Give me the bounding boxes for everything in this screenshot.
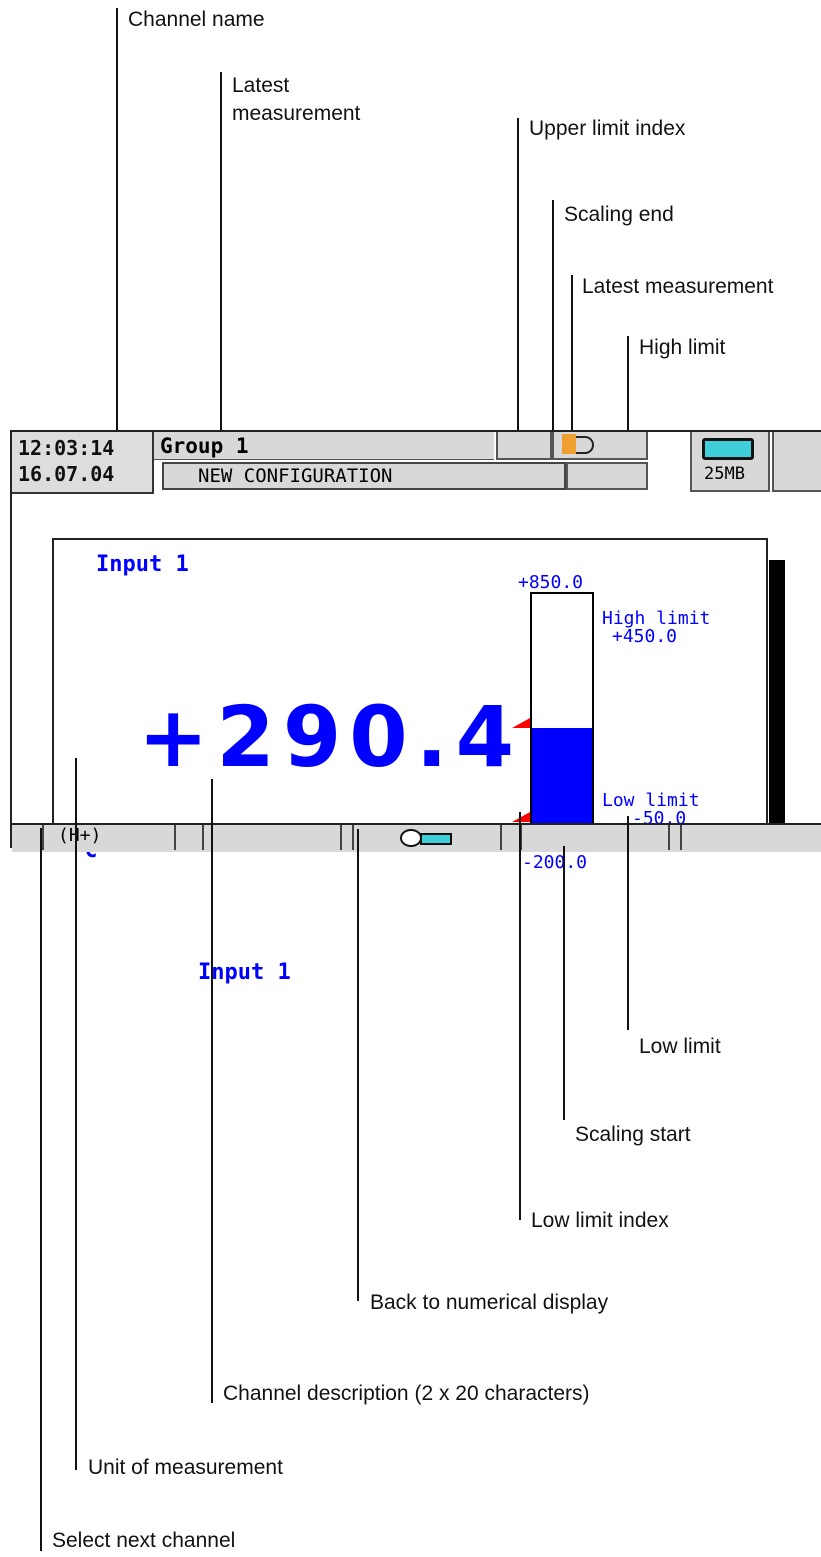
- header-cell-2: [552, 432, 648, 460]
- group-title: Group 1: [154, 432, 494, 460]
- callout-latest-measurement-2: measurement: [232, 102, 361, 125]
- callout-latest-measurement-bar: Latest measurement: [582, 275, 774, 298]
- numerical-display-icon: [400, 829, 422, 847]
- softkey-bar: (H+): [12, 823, 821, 852]
- status-ring-icon: [576, 436, 594, 454]
- back-numerical-button[interactable]: [352, 825, 502, 850]
- time-display: 12:03:14: [18, 436, 115, 460]
- next-channel-button[interactable]: (H+): [42, 825, 176, 850]
- callout-back-numerical: Back to numerical display: [370, 1291, 609, 1314]
- leader-low-limit: [627, 816, 629, 1030]
- leader-select-next: [40, 828, 42, 1551]
- scale-start-label: -200.0: [522, 852, 588, 873]
- date-display: 16.07.04: [18, 462, 115, 486]
- leader-channel-description: [211, 779, 213, 1403]
- callout-low-limit: Low limit: [639, 1035, 721, 1058]
- header-cell-3: [566, 462, 648, 490]
- panel-shadow-right: [769, 560, 785, 850]
- high-limit-value: +450.0: [612, 626, 678, 647]
- memory-size: 25MB: [704, 464, 745, 484]
- callout-upper-limit-index: Upper limit index: [529, 117, 686, 140]
- status-message: NEW CONFIGURATION: [162, 462, 566, 490]
- numerical-display-bar-icon: [420, 833, 452, 845]
- leader-back-numerical: [357, 829, 359, 1301]
- callout-channel-name: Channel name: [128, 8, 265, 31]
- scale-end-label: +850.0: [518, 572, 584, 593]
- softkey-5[interactable]: [680, 825, 821, 850]
- callout-high-limit: High limit: [639, 336, 726, 359]
- memory-card-icon: [702, 438, 754, 460]
- leader-unit: [75, 758, 77, 1470]
- memory-box: 25MB: [690, 432, 770, 492]
- low-limit-index-marker: [512, 812, 530, 822]
- bar-graph: [530, 592, 594, 848]
- leader-scaling-start: [563, 846, 565, 1120]
- header-cell-4: [772, 432, 821, 492]
- datetime-box: 12:03:14 16.07.04: [12, 432, 154, 494]
- callout-select-next: Select next channel: [52, 1529, 236, 1552]
- measurement-value: +290.4: [138, 688, 523, 786]
- callout-scaling-start: Scaling start: [575, 1123, 691, 1146]
- softkey-2[interactable]: [202, 825, 342, 850]
- recorder-screen: 12:03:14 16.07.04 Group 1 NEW CONFIGURAT…: [10, 430, 821, 985]
- callout-unit: Unit of measurement: [88, 1456, 283, 1479]
- status-indicator-icon: [562, 434, 576, 454]
- next-channel-label: (H+): [58, 825, 102, 846]
- channel-name: Input 1: [96, 552, 189, 577]
- callout-channel-description: Channel description (2 x 20 characters): [223, 1382, 590, 1405]
- leader-low-limit-index: [519, 812, 521, 1220]
- callout-low-limit-index: Low limit index: [531, 1209, 669, 1232]
- upper-limit-index-marker: [512, 718, 530, 728]
- callout-scaling-end: Scaling end: [564, 203, 674, 226]
- header-cell-1: [496, 432, 552, 460]
- channel-panel: Input 1 +290.4 °C Input 1 +850.0 -200.0 …: [52, 538, 768, 985]
- callout-latest-measurement-1: Latest: [232, 74, 290, 97]
- softkey-4[interactable]: [520, 825, 670, 850]
